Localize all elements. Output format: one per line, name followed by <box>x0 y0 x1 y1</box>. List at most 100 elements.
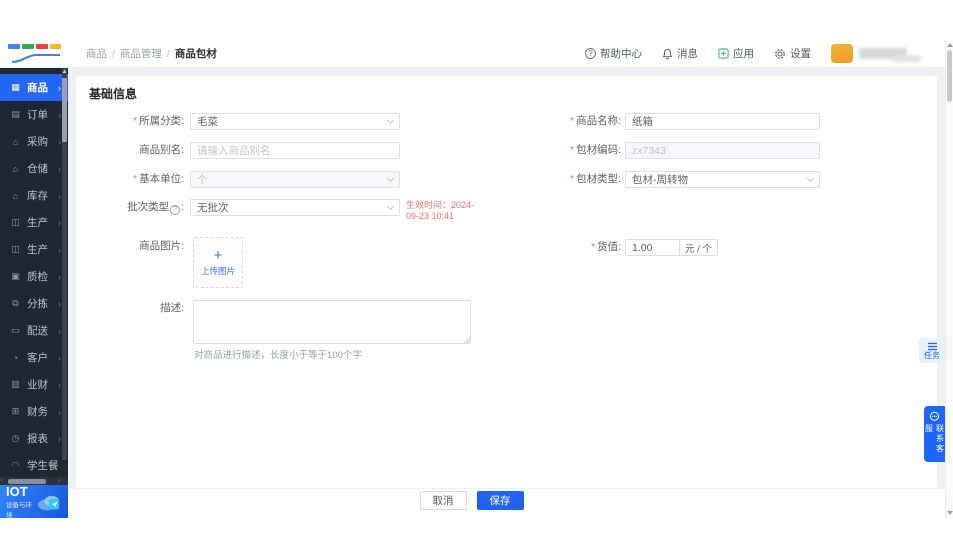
bell-icon <box>662 48 673 59</box>
base-unit-value: 个 <box>197 174 208 186</box>
sidebar-item-label: 分拣 <box>27 298 48 310</box>
scrollbar-up-icon[interactable] <box>947 43 953 47</box>
production-icon: ◫ <box>11 217 20 227</box>
username-redacted-2 <box>893 54 921 62</box>
required-mark: * <box>132 173 138 185</box>
page-scrollbar[interactable] <box>945 40 953 518</box>
save-button[interactable]: 保存 <box>476 491 524 510</box>
messages-button[interactable]: 消息 <box>662 46 698 61</box>
sidebar-scroll-up-icon[interactable]: ▲ <box>61 69 68 75</box>
description-label: 描述: <box>160 302 184 314</box>
sidebar-item-products[interactable]: ▦ 商品 › <box>0 74 68 101</box>
resize-handle[interactable] <box>464 337 470 343</box>
task-label: 任务 <box>924 350 940 360</box>
sidebar-item-inventory[interactable]: ⌂ 库存 › <box>0 182 68 209</box>
breadcrumb: 商品 / 商品管理 / 商品包材 <box>86 46 217 61</box>
brand-logo[interactable] <box>0 40 68 68</box>
category-value: 毛菜 <box>197 116 218 128</box>
chevron-right-icon: › <box>58 352 61 363</box>
content-area: 基础信息 *所属分类: 毛菜 *商品名称: 商品别名: <box>68 68 945 488</box>
required-mark: * <box>569 173 575 185</box>
app-window: 商品 / 商品管理 / 商品包材 ? 帮助中心 消息 应用 设置 ▦ 商品 › … <box>0 40 945 519</box>
sidebar-item-label: 库存 <box>27 190 48 202</box>
upload-label: 上传图片 <box>200 265 235 276</box>
user-menu[interactable] <box>831 44 921 63</box>
sidebar-item-sorting[interactable]: ⧉ 分拣 › <box>0 290 68 317</box>
settings-label: 设置 <box>790 48 811 60</box>
form-footer: 取消 保存 <box>68 488 945 512</box>
sidebar-item-orders[interactable]: ▤ 订单 › <box>0 101 68 128</box>
category-select[interactable]: 毛菜 <box>190 113 400 130</box>
product-name-input[interactable] <box>632 115 813 128</box>
sidebar-item-reports[interactable]: ◷ 报表 › <box>0 425 68 452</box>
sidebar-item-purchase[interactable]: ⌂ 采购 › <box>0 128 68 155</box>
batch-type-select[interactable]: 无批次 <box>190 199 400 216</box>
delivery-icon: ▭ <box>11 325 20 335</box>
value-label: * 货值: <box>590 241 621 253</box>
apps-label: 应用 <box>733 48 754 60</box>
horizontal-scrollbar-thumb[interactable] <box>8 478 46 484</box>
chevron-right-icon: › <box>58 82 61 93</box>
sidebar-horizontal-scrollbar[interactable]: ‹ › <box>0 477 68 485</box>
sidebar-item-student-meal[interactable]: ◠ 学生餐 <box>0 452 68 477</box>
required-mark: * <box>569 115 575 127</box>
sidebar-item-label: 报表 <box>27 433 48 445</box>
sidebar-item-biz-finance[interactable]: ▥ 业财 › <box>0 371 68 398</box>
help-center-label: 帮助中心 <box>600 48 642 60</box>
sidebar-item-delivery[interactable]: ▭ 配送 › <box>0 317 68 344</box>
sorting-icon: ⧉ <box>12 298 19 308</box>
upload-image-button[interactable]: + 上传图片 <box>193 237 243 288</box>
help-center-button[interactable]: ? 帮助中心 <box>585 46 642 61</box>
sidebar-item-customers[interactable]: ◔ 客户 › <box>0 344 68 371</box>
iot-banner[interactable]: IOT 设备与环境 <box>0 484 68 519</box>
scroll-left-icon[interactable]: ‹ <box>1 477 3 485</box>
sidebar-item-label: 仓储 <box>27 163 48 175</box>
chevron-right-icon: › <box>58 406 61 417</box>
value-input[interactable] <box>632 241 673 254</box>
cancel-button[interactable]: 取消 <box>419 491 467 510</box>
sidebar-item-label: 业财 <box>27 379 48 391</box>
sidebar-item-label: 商品 <box>27 82 48 94</box>
sidebar-item-finance[interactable]: ⊞ 财务 › <box>0 398 68 425</box>
sidebar-item-quality[interactable]: ▣ 质检 › <box>0 263 68 290</box>
value-field <box>625 239 680 256</box>
main-panel: 基础信息 *所属分类: 毛菜 *商品名称: 商品别名: <box>68 68 945 518</box>
description-textarea[interactable] <box>193 300 471 344</box>
sidebar-item-production-1[interactable]: ◫ 生产 › <box>0 209 68 236</box>
scrollbar-down-icon[interactable] <box>947 511 953 515</box>
messages-label: 消息 <box>677 48 698 60</box>
footer-padding <box>68 512 945 518</box>
sidebar-item-warehouse[interactable]: ⌂ 仓储 › <box>0 155 68 182</box>
plus-icon: + <box>213 246 223 264</box>
description-hint: 对商品进行描述，长度小于等于100个字 <box>194 350 362 361</box>
top-header: 商品 / 商品管理 / 商品包材 ? 帮助中心 消息 应用 设置 <box>0 40 945 68</box>
chevron-right-icon: › <box>58 325 61 336</box>
customer-service-tab[interactable]: 联系客服 <box>924 406 945 462</box>
chevron-right-icon: › <box>58 217 61 228</box>
sidebar-item-label: 生产 <box>27 244 48 256</box>
scroll-right-icon[interactable]: › <box>58 477 60 485</box>
form-card: 基础信息 *所属分类: 毛菜 *商品名称: 商品别名: <box>76 76 937 488</box>
settings-button[interactable]: 设置 <box>774 46 811 61</box>
production-icon: ◫ <box>11 244 20 254</box>
task-float-button[interactable]: 任务 <box>919 338 945 363</box>
sidebar-item-label: 学生餐 <box>27 460 59 472</box>
task-list-icon <box>927 342 937 350</box>
info-icon[interactable]: ? <box>170 204 181 215</box>
help-icon: ? <box>585 48 596 59</box>
breadcrumb-item[interactable]: 商品管理 <box>120 46 162 61</box>
breadcrumb-item[interactable]: 商品 <box>86 46 107 61</box>
sidebar: ▦ 商品 › ▤ 订单 › ⌂ 采购 › ⌂ 仓储 › ⌂ 库存 › ◫ 生产 … <box>0 68 68 519</box>
product-name-field <box>625 113 820 130</box>
reports-icon: ◷ <box>11 433 20 443</box>
scrollbar-thumb[interactable] <box>947 50 952 102</box>
section-title: 基础信息 <box>89 87 138 101</box>
biz-finance-icon: ▥ <box>11 379 20 389</box>
sidebar-scrollbar-thumb[interactable] <box>62 78 67 142</box>
chevron-down-icon <box>386 174 395 182</box>
alias-input[interactable] <box>197 144 393 157</box>
chevron-right-icon: › <box>58 379 61 390</box>
sidebar-item-production-2[interactable]: ◫ 生产 › <box>0 236 68 263</box>
package-type-select[interactable]: 包材-周转物 <box>625 171 820 188</box>
apps-button[interactable]: 应用 <box>718 46 754 61</box>
